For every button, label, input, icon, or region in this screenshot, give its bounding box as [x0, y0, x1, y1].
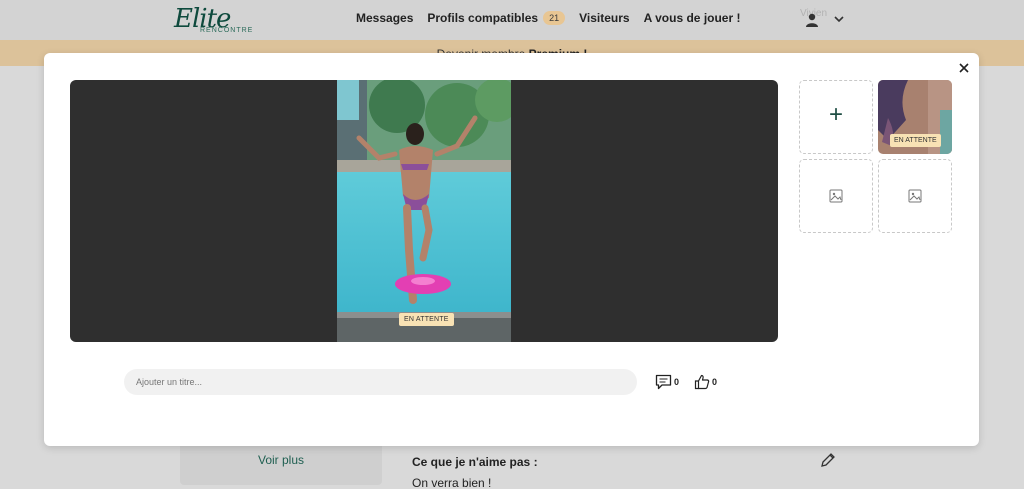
image-placeholder-icon [829, 189, 843, 203]
plus-icon: + [828, 101, 843, 128]
nav-messages[interactable]: Messages [356, 11, 413, 25]
comments-count: 0 [674, 377, 680, 387]
nav-visiteurs[interactable]: Visiteurs [579, 11, 629, 25]
top-navbar: Elite RENCONTRE Messages Profils compati… [0, 0, 1024, 40]
thumbnail-status-badge: EN ATTENTE [890, 134, 941, 147]
nav-profils-compatibles[interactable]: Profils compatibles 21 [427, 11, 566, 25]
dislike-heading: Ce que je n'aime pas : [412, 455, 538, 469]
edit-pencil-icon[interactable] [820, 452, 836, 468]
main-photo-status-badge: EN ATTENTE [399, 313, 454, 326]
thumbs-up-icon [694, 374, 710, 390]
close-icon[interactable] [957, 61, 971, 75]
user-avatar-icon [806, 13, 818, 27]
photo-thumbnail[interactable]: EN ATTENTE [878, 80, 952, 154]
profile-side-card: Voir plus [180, 440, 382, 485]
nav-a-vous-de-jouer[interactable]: A vous de jouer ! [644, 11, 741, 25]
image-placeholder-icon [908, 189, 922, 203]
photo-viewer: EN ATTENTE [70, 80, 778, 342]
main-photo[interactable] [337, 80, 511, 342]
voir-plus-link[interactable]: Voir plus [180, 453, 382, 467]
likes-count: 0 [712, 377, 718, 387]
elite-logo[interactable]: Elite RENCONTRE [174, 4, 254, 36]
photo-modal: EN ATTENTE + EN ATTENTE Ajouter un titre… [44, 53, 979, 446]
comments-counter[interactable]: 0 [655, 374, 679, 390]
likes-counter[interactable]: 0 [694, 374, 717, 390]
comment-icon [655, 374, 672, 390]
chevron-down-icon [834, 16, 844, 23]
main-nav: Messages Profils compatibles 21 Visiteur… [356, 11, 754, 25]
dislike-text: On verra bien ! [412, 476, 492, 489]
empty-photo-slot[interactable] [878, 159, 952, 233]
nav-profils-label: Profils compatibles [427, 11, 539, 25]
profils-count-badge: 21 [543, 11, 566, 25]
user-menu[interactable]: Vivien [800, 8, 850, 32]
photo-title-input[interactable] [124, 369, 637, 395]
logo-subtitle: RENCONTRE [200, 27, 254, 34]
empty-photo-slot[interactable] [799, 159, 873, 233]
add-photo-button[interactable]: + [799, 80, 873, 154]
